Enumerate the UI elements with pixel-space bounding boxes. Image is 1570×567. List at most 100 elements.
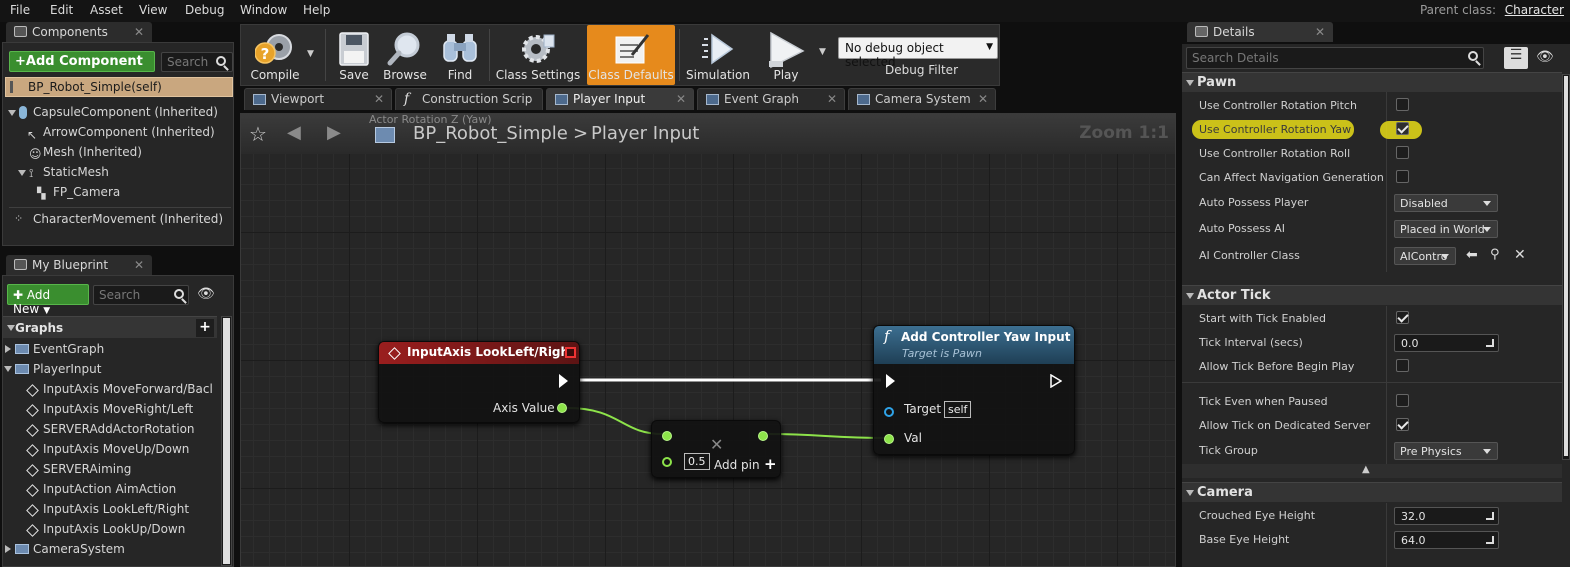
crouched-eye-height-input[interactable]: 32.0 <box>1394 507 1499 525</box>
tree-item-arrow[interactable]: ArrowComponent (Inherited) <box>43 125 215 139</box>
browse-asset-icon[interactable]: ⚲ <box>1490 247 1500 262</box>
eye-icon[interactable]: 👁 <box>1536 49 1554 65</box>
graph-item-playerinput[interactable]: PlayerInput <box>33 362 101 376</box>
tab-viewport[interactable]: Viewport ✕ <box>244 88 392 110</box>
delegate-pin-icon[interactable] <box>565 347 576 358</box>
clear-icon[interactable]: ✕ <box>1514 247 1526 263</box>
close-icon[interactable]: ✕ <box>374 92 384 106</box>
eye-icon[interactable]: 👁 <box>197 286 215 302</box>
multiply-output-pin[interactable] <box>758 431 768 441</box>
checkbox-start-tick[interactable] <box>1396 311 1409 324</box>
base-eye-height-input[interactable]: 64.0 <box>1394 531 1499 549</box>
checkbox-rotation-roll[interactable] <box>1396 146 1409 159</box>
checkbox-allow-tick-before[interactable] <box>1396 359 1409 372</box>
checkbox-rotation-pitch[interactable] <box>1396 98 1409 111</box>
find-button[interactable]: Find <box>435 25 485 85</box>
tab-components[interactable]: Components ✕ <box>6 22 152 42</box>
graph-item-look-up-down[interactable]: InputAxis LookUp/Down <box>43 522 185 536</box>
graphs-header[interactable]: Graphs + <box>3 316 217 338</box>
tab-details[interactable]: Details ✕ <box>1187 22 1333 42</box>
close-icon[interactable]: ✕ <box>978 92 988 106</box>
graph-item-server-aiming[interactable]: SERVERAiming <box>43 462 131 476</box>
tree-item-staticmesh[interactable]: StaticMesh <box>43 165 109 179</box>
graph-item-server-add-rotation[interactable]: SERVERAddActorRotation <box>43 422 195 436</box>
debug-object-select[interactable]: No debug object selected ▼ <box>838 37 998 69</box>
menu-edit[interactable]: Edit <box>50 3 73 17</box>
expand-arrow-icon[interactable] <box>8 110 16 116</box>
graph-item-moveright[interactable]: InputAxis MoveRight/Left <box>43 402 193 416</box>
exec-out-pin[interactable] <box>559 374 568 388</box>
menu-file[interactable]: File <box>10 3 30 17</box>
tree-item-mesh[interactable]: Mesh (Inherited) <box>43 145 142 159</box>
exec-in-pin[interactable] <box>886 374 895 388</box>
tick-interval-input[interactable]: 0.0 <box>1394 334 1499 352</box>
menu-window[interactable]: Window <box>240 3 287 17</box>
tree-item-capsule[interactable]: CapsuleComponent (Inherited) <box>33 105 218 119</box>
multiply-input-b-pin[interactable] <box>662 457 672 467</box>
graph-item-look-left-right[interactable]: InputAxis LookLeft/Right <box>43 502 189 516</box>
ai-controller-select[interactable]: AIContro <box>1394 247 1456 265</box>
add-pin-plus-icon[interactable]: + <box>764 455 777 473</box>
compile-button[interactable]: ? Compile <box>245 25 305 85</box>
expand-arrow-icon[interactable] <box>18 170 26 176</box>
tab-player-input[interactable]: Player Input ✕ <box>546 88 694 110</box>
class-defaults-button[interactable]: Class Defaults <box>587 25 675 85</box>
scrollbar[interactable] <box>1562 74 1570 460</box>
save-button[interactable]: Save <box>331 25 377 85</box>
graph-canvas[interactable]: ☆ ◀ ▶ BP_Robot_Simple > Player Input Zoo… <box>240 113 1176 567</box>
scrollbar-thumb[interactable] <box>223 318 230 564</box>
use-selected-arrow-icon[interactable]: ⬅ <box>1466 247 1478 263</box>
menu-debug[interactable]: Debug <box>185 3 224 17</box>
close-icon[interactable]: ✕ <box>134 258 144 272</box>
close-icon[interactable]: ✕ <box>676 92 686 106</box>
graph-item-camerasystem[interactable]: CameraSystem <box>33 542 125 556</box>
tab-construction-script[interactable]: f Construction Scrip <box>395 88 543 110</box>
simulation-button[interactable]: Simulation <box>683 25 753 85</box>
add-controller-yaw-node[interactable]: f Add Controller Yaw Input Target is Paw… <box>873 325 1075 455</box>
menu-view[interactable]: View <box>139 3 167 17</box>
close-icon[interactable]: ✕ <box>827 92 837 106</box>
expand-arrow-icon[interactable] <box>5 545 11 553</box>
scrollbar[interactable] <box>221 316 232 566</box>
checkbox-tick-paused[interactable] <box>1396 394 1409 407</box>
list-view-icon[interactable]: ☰ <box>1504 47 1528 69</box>
add-pin-label[interactable]: Add pin <box>714 458 760 472</box>
browse-button[interactable]: Browse <box>379 25 431 85</box>
parent-class-link[interactable]: Character <box>1505 3 1564 17</box>
tree-item-charmovement[interactable]: CharacterMovement (Inherited) <box>33 212 223 226</box>
root-component-row[interactable]: BP_Robot_Simple(self) <box>5 77 233 97</box>
menu-help[interactable]: Help <box>303 3 330 17</box>
checkbox-tick-dedicated[interactable] <box>1396 418 1409 431</box>
play-button[interactable]: Play <box>759 25 813 85</box>
checkbox-rotation-yaw[interactable] <box>1396 122 1409 135</box>
graph-item-aim-action[interactable]: InputAction AimAction <box>43 482 176 496</box>
graph-item-moveforward[interactable]: InputAxis MoveForward/Bacl <box>43 382 213 396</box>
category-camera[interactable]: Camera <box>1182 482 1562 502</box>
multiply-node[interactable]: ✕ 0.5 Add pin + <box>651 420 781 478</box>
category-actor-tick[interactable]: Actor Tick <box>1182 285 1562 305</box>
add-graph-button[interactable]: + <box>196 319 214 337</box>
advanced-expander[interactable]: ▲ <box>1182 464 1562 478</box>
graph-item-eventgraph[interactable]: EventGraph <box>33 342 104 356</box>
class-settings-button[interactable]: Class Settings <box>493 25 583 85</box>
compile-options-chevron-icon[interactable]: ▼ <box>307 49 314 59</box>
menu-asset[interactable]: Asset <box>90 3 123 17</box>
category-pawn[interactable]: Pawn <box>1182 72 1562 92</box>
auto-possess-ai-select[interactable]: Placed in World <box>1394 220 1498 238</box>
tree-item-fp-camera[interactable]: FP_Camera <box>53 185 120 199</box>
axis-value-pin[interactable] <box>557 403 567 413</box>
val-pin[interactable] <box>884 434 894 444</box>
auto-possess-player-select[interactable]: Disabled <box>1394 194 1498 212</box>
graph-item-moveup[interactable]: InputAxis MoveUp/Down <box>43 442 189 456</box>
checkbox-affect-navigation[interactable] <box>1396 170 1409 183</box>
expand-arrow-icon[interactable] <box>4 366 12 372</box>
tab-camera-system[interactable]: Camera System ✕ <box>848 88 996 110</box>
multiply-input-a-pin[interactable] <box>662 431 672 441</box>
play-options-chevron-icon[interactable]: ▼ <box>819 47 826 57</box>
exec-out-pin[interactable] <box>1050 374 1062 388</box>
input-axis-node[interactable]: InputAxis LookLeft/Right Axis Value <box>378 341 580 423</box>
target-pin[interactable] <box>884 407 894 417</box>
tab-my-blueprint[interactable]: My Blueprint ✕ <box>6 255 152 275</box>
tick-group-select[interactable]: Pre Physics <box>1394 442 1498 460</box>
details-search-input[interactable]: Search Details <box>1186 47 1484 69</box>
